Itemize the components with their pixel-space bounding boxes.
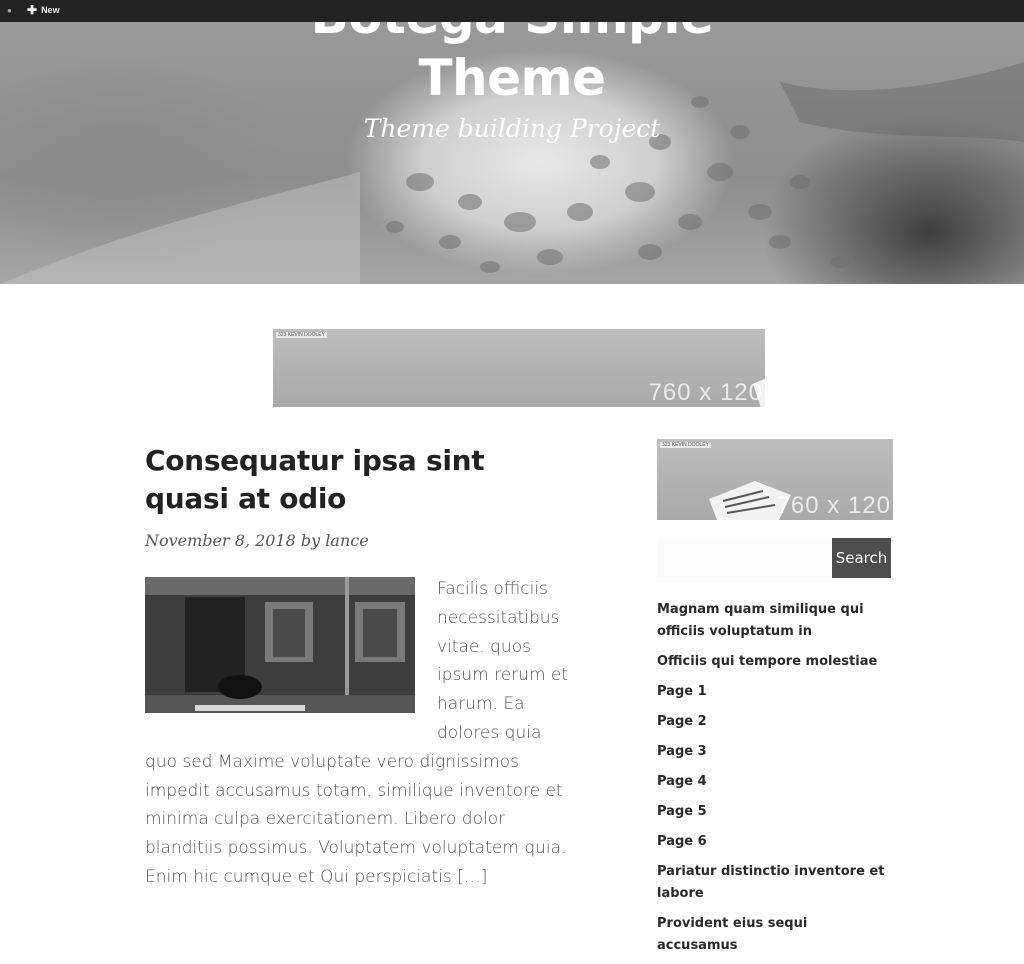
sidebar-ad[interactable]: 323 KEVIN DOOLEY 760 x 120: [657, 439, 893, 520]
sidebar-link[interactable]: Page 6: [657, 834, 707, 849]
post-meta: November 8, 2018 by lance: [145, 531, 369, 550]
banner-ad-credit: 323 KEVIN DOOLEY: [276, 332, 327, 338]
street-scene-image: [145, 577, 415, 713]
post-excerpt-container: Facilis officiis necessitatibus vitae. q…: [145, 575, 577, 892]
list-item: Page 4: [657, 770, 892, 792]
sidebar-link[interactable]: Page 4: [657, 774, 707, 789]
list-item: Page 6: [657, 830, 892, 852]
list-item: Magnam quam similique qui officiis volup…: [657, 598, 892, 642]
sidebar-ad-size-label: 760 x 120: [776, 492, 891, 519]
sidebar-link[interactable]: Page 1: [657, 684, 707, 699]
post-author-link[interactable]: lance: [325, 531, 368, 550]
search-input[interactable]: [657, 538, 832, 578]
banner-ad[interactable]: 323 KEVIN DOOLEY 760 x 120: [273, 329, 765, 407]
post-featured-image[interactable]: [145, 577, 415, 713]
list-item: Page 3: [657, 740, 892, 762]
sidebar-link[interactable]: Page 2: [657, 714, 707, 729]
list-item: Page 2: [657, 710, 892, 732]
sidebar-link-list: Magnam quam similique qui officiis volup…: [657, 598, 892, 964]
list-item: Officiis qui tempore molestiae: [657, 650, 892, 672]
search-button[interactable]: Search: [832, 538, 891, 578]
sidebar-link[interactable]: Provident eius sequi accusamus: [657, 916, 807, 953]
plus-icon: ✚: [27, 3, 38, 17]
site-title-line-2[interactable]: Theme: [0, 48, 1024, 108]
post-date[interactable]: November 8, 2018: [145, 531, 296, 550]
sidebar-ad-credit: 323 KEVIN DOOLEY: [660, 442, 711, 448]
admin-bar: ● ✚ New: [0, 0, 1024, 22]
wordpress-icon[interactable]: ●: [7, 6, 12, 15]
list-item: Pariatur distinctio inventore et labore: [657, 860, 892, 904]
post-title[interactable]: Consequatur ipsa sint quasi at odio: [145, 442, 525, 518]
post-by: by: [300, 531, 321, 550]
sidebar-link[interactable]: Pariatur distinctio inventore et labore: [657, 864, 884, 901]
sidebar-link[interactable]: Page 3: [657, 744, 707, 759]
list-item: Page 1: [657, 680, 892, 702]
sidebar-link[interactable]: Page 5: [657, 804, 707, 819]
list-item: Provident eius sequi accusamus: [657, 912, 892, 956]
site-tagline: Theme building Project: [363, 114, 661, 143]
site-title-line-1[interactable]: Botega Simple: [0, 22, 1024, 46]
admin-bar-new-button[interactable]: ✚ New: [27, 4, 60, 16]
sidebar-link[interactable]: Officiis qui tempore molestiae: [657, 654, 877, 669]
site-header: Botega Simple Theme Theme building Proje…: [0, 22, 1024, 284]
list-item: Page 5: [657, 800, 892, 822]
sidebar-link[interactable]: Magnam quam similique qui officiis volup…: [657, 602, 864, 639]
admin-bar-new-label: New: [41, 5, 60, 15]
banner-ad-size-label: 760 x 120: [648, 379, 763, 406]
